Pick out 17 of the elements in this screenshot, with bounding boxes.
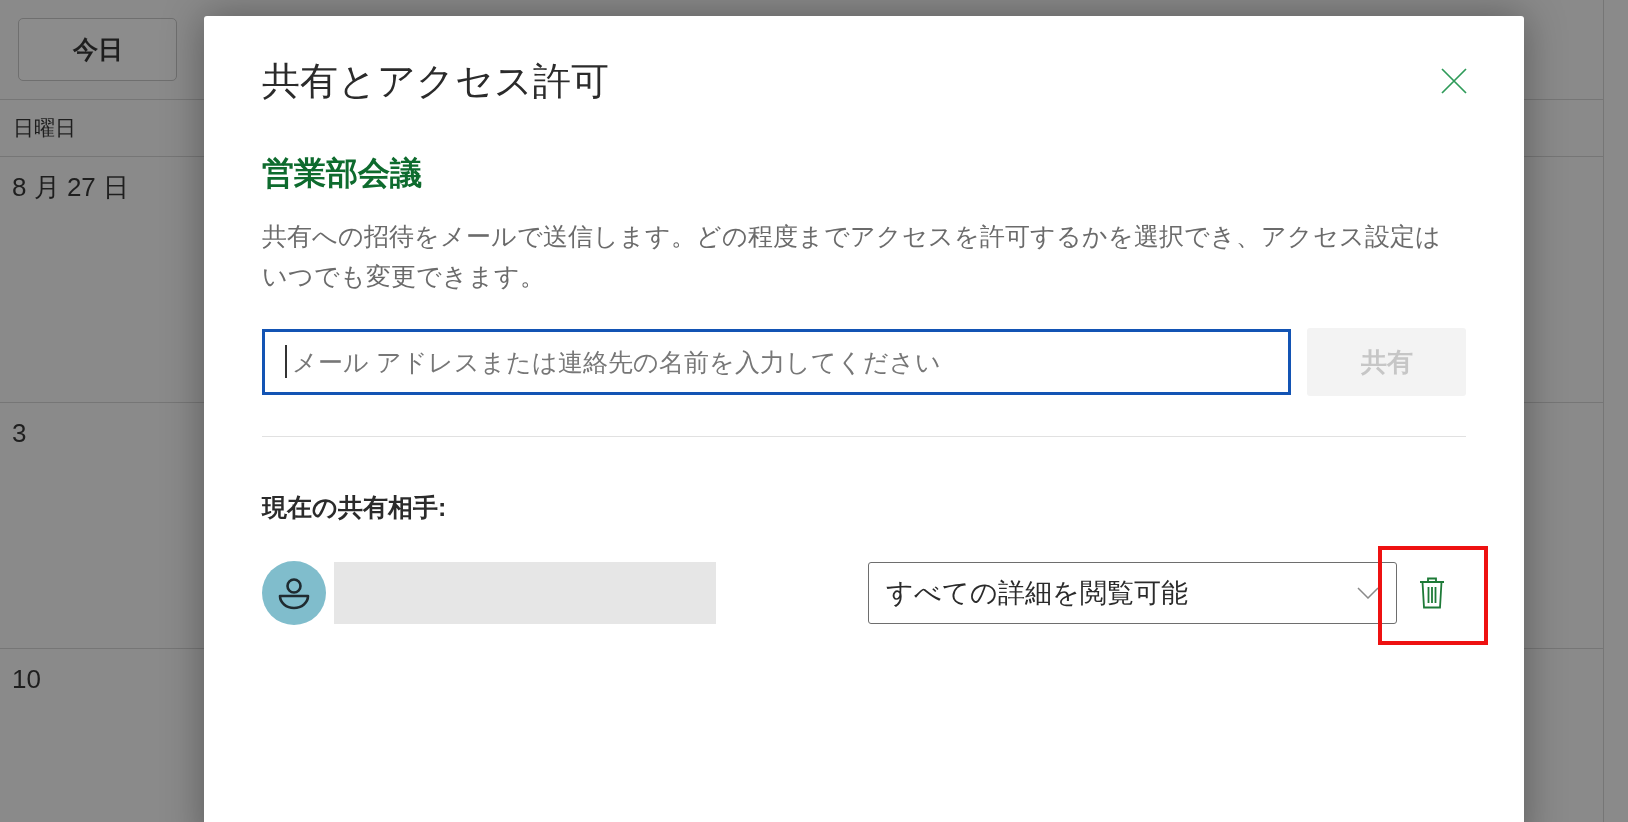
weekday-header: 日曜日 — [13, 115, 76, 142]
date-label: 8 月 27 日 — [12, 172, 130, 202]
dialog-description: 共有への招待をメールで送信します。どの程度までアクセスを許可するかを選択でき、アクセス設定はいつでも変更できます。 — [262, 221, 1442, 292]
date-label: 10 — [12, 664, 41, 694]
date-label: 3 — [12, 418, 27, 448]
today-button[interactable]: 今日 — [18, 18, 177, 81]
close-button[interactable] — [1439, 66, 1469, 96]
person-avatar-icon — [262, 561, 326, 625]
close-icon — [1441, 68, 1467, 94]
trash-icon — [1418, 577, 1445, 609]
invite-input-field[interactable]: メール アドレスまたは連絡先の名前を入力してください — [262, 329, 1291, 395]
chevron-down-icon — [1357, 587, 1379, 599]
meeting-subject: 営業部会議 — [262, 154, 423, 193]
shared-with-label: 現在の共有相手: — [262, 492, 448, 523]
text-cursor-icon — [285, 345, 287, 378]
dialog-title: 共有とアクセス許可 — [262, 59, 609, 104]
access-level-dropdown[interactable]: すべての詳細を閲覧可能 — [868, 562, 1397, 624]
